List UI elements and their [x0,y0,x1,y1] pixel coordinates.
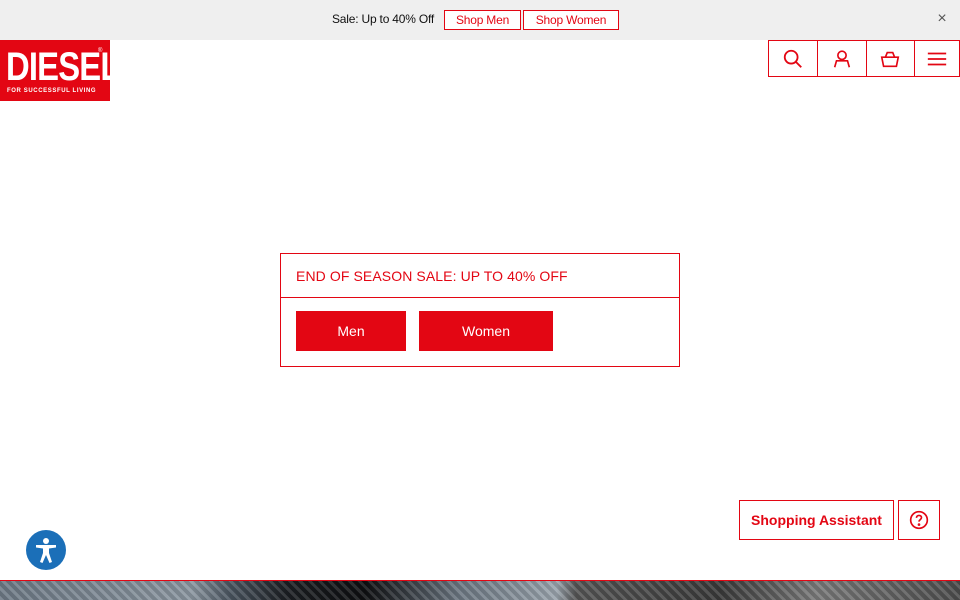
account-button[interactable] [818,41,867,76]
sale-banner-title: END OF SEASON SALE: UP TO 40% OFF [296,268,568,284]
accessibility-button[interactable] [26,530,66,570]
diesel-logo[interactable]: DIESEL ® FOR SUCCESSFUL LIVING [0,40,120,101]
help-button[interactable] [898,500,940,540]
menu-button[interactable] [915,41,959,76]
cart-button[interactable] [867,41,916,76]
shopping-assistant-button[interactable]: Shopping Assistant [739,500,894,540]
close-icon[interactable]: × [934,11,950,27]
header-icon-bar [768,40,960,77]
promo-bar: Sale: Up to 40% Off Shop Men Shop Women … [0,0,960,40]
promo-text: Sale: Up to 40% Off [332,12,435,26]
shop-women-link[interactable]: Shop Women [523,10,619,30]
hero-image [0,580,960,600]
sale-men-button[interactable]: Men [296,311,406,351]
account-icon [833,49,850,67]
logo-tagline: FOR SUCCESSFUL LIVING [7,88,97,94]
sale-banner: END OF SEASON SALE: UP TO 40% OFF Men Wo… [280,253,680,367]
sale-women-button[interactable]: Women [419,311,553,351]
cart-icon [881,51,900,67]
logo-registered-mark: ® [98,48,103,54]
sale-banner-divider [281,297,679,298]
question-circle-icon [909,510,929,530]
shop-men-link[interactable]: Shop Men [444,10,521,30]
accessibility-icon [36,538,56,563]
logo-wordmark: DIESEL [6,45,120,89]
search-button[interactable] [769,41,818,76]
search-icon [783,49,802,68]
menu-icon [927,52,947,65]
